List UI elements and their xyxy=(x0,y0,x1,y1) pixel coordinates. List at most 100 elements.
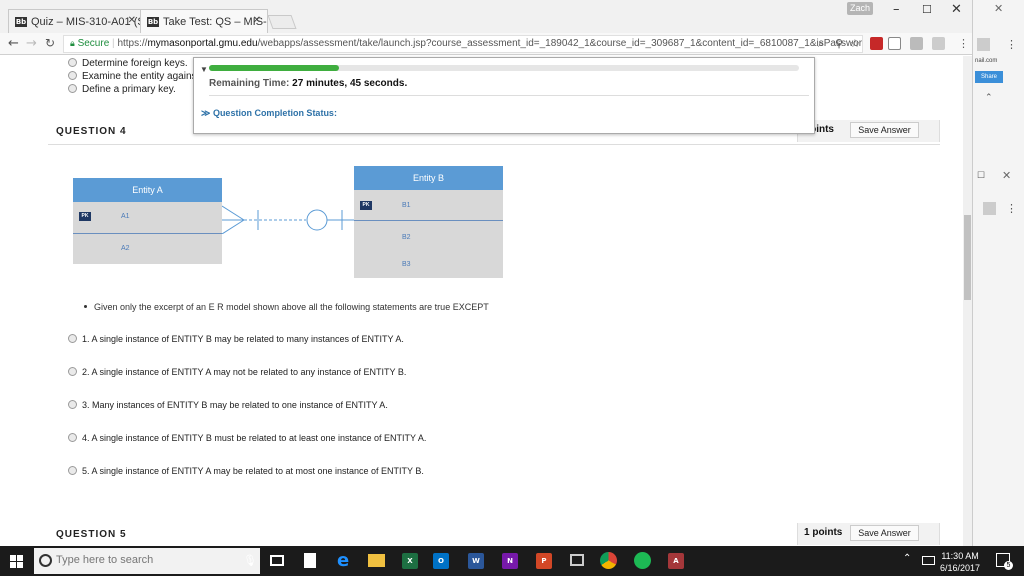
entity-divider xyxy=(73,233,222,234)
close-icon[interactable]: ✕ xyxy=(128,15,136,26)
extension-icon[interactable] xyxy=(910,37,923,50)
taskbar-search-box[interactable]: Type here to search xyxy=(34,548,260,574)
extension-pin-icon[interactable]: ⚲ xyxy=(835,37,843,50)
question-5-points-box: 1 points Save Answer xyxy=(797,523,940,545)
edge-browser-icon[interactable]: e xyxy=(337,550,349,571)
question-4-heading: QUESTION 4 xyxy=(56,126,127,137)
answer-option-2[interactable]: 2. A single instance of ENTITY A may not… xyxy=(68,367,406,377)
answer-option-5[interactable]: 5. A single instance of ENTITY A may be … xyxy=(68,466,424,476)
notification-count-badge: 5 xyxy=(1004,561,1013,570)
question-completion-status-toggle[interactable]: ≫ Question Completion Status: xyxy=(201,108,337,119)
word-icon[interactable]: W xyxy=(468,553,484,569)
extension-icon[interactable] xyxy=(977,38,990,51)
crows-foot-prong xyxy=(222,219,245,234)
collapse-caret-icon[interactable]: ▼ xyxy=(200,65,208,74)
radio-button[interactable] xyxy=(68,466,77,475)
microphone-icon[interactable]: 🎙︎ xyxy=(243,554,257,567)
new-tab-button[interactable] xyxy=(267,15,297,29)
tab-quiz[interactable]: Bb Quiz – MIS-310-A01 (Su ✕ xyxy=(8,9,143,33)
radio-button[interactable] xyxy=(68,400,77,409)
answer-option-3[interactable]: 3. Many instances of ENTITY B may be rel… xyxy=(68,400,388,410)
pk-badge: PK xyxy=(79,212,91,221)
task-view-icon[interactable] xyxy=(270,555,284,566)
reload-icon[interactable]: ↻ xyxy=(45,36,55,50)
answer-option-1[interactable]: 1. A single instance of ENTITY B may be … xyxy=(68,334,404,344)
entity-attribute: B2 xyxy=(402,234,411,241)
media-player-icon[interactable] xyxy=(570,554,584,566)
save-answer-button[interactable]: Save Answer xyxy=(850,525,919,541)
forward-arrow-icon[interactable]: → xyxy=(26,36,37,51)
browser-toolbar: ← → ↻ 🔒︎ Secure | https://mymasonportal.… xyxy=(0,33,972,55)
minimize-icon[interactable]: – xyxy=(893,2,900,17)
restore-icon[interactable]: ☐ xyxy=(977,170,985,181)
close-window-icon[interactable]: ✕ xyxy=(994,2,1003,15)
radio-button[interactable] xyxy=(68,84,77,93)
share-button[interactable]: Share xyxy=(975,71,1003,83)
file-explorer-icon[interactable] xyxy=(368,554,385,567)
spotify-icon[interactable] xyxy=(634,552,651,569)
entity-b-box: Entity B PK B1 B2 B3 xyxy=(354,166,503,278)
menu-kebab-icon[interactable]: ⋮ xyxy=(958,37,969,50)
question-stem: Given only the excerpt of an E R model s… xyxy=(84,302,489,312)
lock-icon: 🔒︎ xyxy=(70,38,75,48)
cast-icon[interactable] xyxy=(888,37,901,50)
divider xyxy=(48,144,940,145)
answer-option-4[interactable]: 4. A single instance of ENTITY B must be… xyxy=(68,433,426,443)
address-bar[interactable]: 🔒︎ Secure | https://mymasonportal.gmu.ed… xyxy=(63,35,863,53)
page-scrollbar-thumb[interactable] xyxy=(964,215,971,300)
entity-attribute: A1 xyxy=(121,213,130,220)
tab-label: Quiz – MIS-310-A01 (Su xyxy=(31,16,143,28)
radio-button[interactable] xyxy=(68,433,77,442)
bullet-icon xyxy=(84,305,87,308)
onenote-icon[interactable]: N xyxy=(502,553,518,569)
menu-kebab-icon[interactable]: ⋮ xyxy=(1006,38,1017,51)
radio-button[interactable] xyxy=(68,58,77,67)
radio-button[interactable] xyxy=(68,71,77,80)
close-icon[interactable]: ✕ xyxy=(253,15,261,26)
url-scheme: https:// xyxy=(117,38,148,49)
previous-option[interactable]: Determine foreign keys. xyxy=(68,58,188,69)
excel-icon[interactable]: X xyxy=(402,553,418,569)
tab-take-test[interactable]: Bb Take Test: QS – MIS-310 ✕ xyxy=(140,9,268,33)
entity-a-title: Entity A xyxy=(73,178,222,202)
chrome-icon[interactable] xyxy=(600,552,617,569)
keyboard-icon[interactable] xyxy=(922,556,935,565)
back-arrow-icon[interactable]: ← xyxy=(8,36,19,51)
bookmark-star-icon[interactable]: ☆ xyxy=(850,37,860,50)
outlook-icon[interactable]: O xyxy=(433,553,449,569)
system-clock[interactable]: 11:30 AM 6/16/2017 xyxy=(940,550,980,574)
timer-panel: ▼ Remaining Time: 27 minutes, 45 seconds… xyxy=(193,57,815,134)
blackboard-icon: Bb xyxy=(147,17,159,27)
zoom-icon[interactable]: ⌕ xyxy=(818,37,824,51)
previous-option[interactable]: Examine the entity against xyxy=(68,71,199,82)
profile-badge[interactable]: Zach xyxy=(847,2,873,15)
chevron-up-icon[interactable]: ⌃ xyxy=(903,553,911,564)
browser-titlebar: Bb Quiz – MIS-310-A01 (Su ✕ Bb Take Test… xyxy=(0,0,972,33)
entity-a-box: Entity A PK A1 A2 xyxy=(73,178,222,264)
url-path: /webapps/assessment/take/launch.jsp?cour… xyxy=(257,38,863,49)
pk-badge: PK xyxy=(360,201,372,210)
close-window-icon[interactable]: ✕ xyxy=(1002,169,1011,182)
previous-option[interactable]: Define a primary key. xyxy=(68,84,176,95)
windows-start-icon[interactable] xyxy=(10,555,23,568)
close-window-icon[interactable]: ✕ xyxy=(951,2,962,17)
radio-button[interactable] xyxy=(68,334,77,343)
relationship-connector xyxy=(222,205,354,234)
ublock-extension-icon[interactable] xyxy=(870,37,883,50)
page-scrollbar-track[interactable] xyxy=(963,56,972,546)
menu-kebab-icon[interactable]: ⋮ xyxy=(1006,202,1017,215)
access-icon[interactable]: A xyxy=(668,553,684,569)
save-answer-button[interactable]: Save Answer xyxy=(850,122,919,138)
windows-taskbar: Type here to search 🎙︎ e X O W N P A ⌃ 1… xyxy=(0,546,1024,576)
radio-button[interactable] xyxy=(68,367,77,376)
side-window-panel: ✕ ⋮ nail.com Share ⌃ ☐ ✕ ⋮ xyxy=(972,0,1024,546)
extension-icon[interactable] xyxy=(932,37,945,50)
points-label: 1 points xyxy=(804,527,843,538)
store-icon[interactable] xyxy=(304,553,316,568)
chevron-up-icon[interactable]: ⌃ xyxy=(985,92,993,103)
maximize-icon[interactable]: ☐ xyxy=(922,3,932,16)
entity-attribute: B1 xyxy=(402,202,411,209)
extension-icon[interactable] xyxy=(983,202,996,215)
powerpoint-icon[interactable]: P xyxy=(536,553,552,569)
question-4-points-box: points Save Answer xyxy=(797,120,940,142)
